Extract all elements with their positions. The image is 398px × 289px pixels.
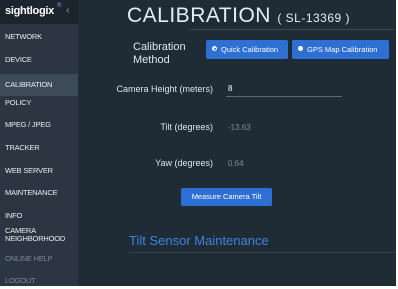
sidebar-item-device[interactable]: DEVICE: [0, 56, 78, 64]
device-serial: ( SL-13369 ): [277, 11, 351, 25]
app-window: sightlogix ® ‹ NETWORK DEVICE CALIBRATIO…: [0, 0, 398, 289]
sidebar-item-maintenance[interactable]: MAINTENANCE: [0, 189, 78, 197]
sidebar-item-calibration[interactable]: CALIBRATION: [0, 74, 78, 96]
camera-height-underline: [226, 96, 342, 97]
yaw-label: Yaw (degrees): [155, 158, 213, 168]
measure-camera-tilt-button[interactable]: Measure Camera Tilt: [181, 188, 272, 206]
radio-unselected-icon: [298, 46, 303, 51]
quick-calibration-radio[interactable]: Quick Calibration: [206, 40, 288, 59]
yaw-value: 0.64: [228, 159, 244, 168]
sidebar-item-network[interactable]: NETWORK: [0, 33, 78, 41]
tilt-sensor-maintenance-heading: Tilt Sensor Maintenance: [129, 233, 269, 248]
registered-mark: ®: [57, 3, 62, 9]
tilt-value: -13.63: [228, 123, 251, 132]
camera-height-label: Camera Height (meters): [116, 84, 213, 94]
calibration-method-label: Calibration Method: [133, 41, 186, 66]
gps-map-calibration-radio[interactable]: GPS Map Calibration: [292, 40, 389, 59]
title-divider: [190, 29, 394, 30]
tilt-label: Tilt (degrees): [160, 122, 213, 132]
section-divider: [129, 252, 398, 253]
sidebar-item-logout[interactable]: LOGOUT: [0, 277, 78, 285]
sidebar-item-policy[interactable]: POLICY: [0, 99, 78, 107]
sidebar-item-info[interactable]: INFO: [0, 212, 78, 220]
logo-row: sightlogix ® ‹: [0, 0, 78, 24]
sidebar-item-online-help[interactable]: ONLINE HELP: [0, 255, 78, 263]
quick-calibration-label: Quick Calibration: [221, 45, 279, 54]
collapse-sidebar-icon[interactable]: ‹: [66, 5, 69, 16]
radio-selected-icon: [212, 46, 217, 51]
sidebar-item-mpeg-jpeg[interactable]: MPEG / JPEG: [0, 121, 78, 129]
sidebar-item-web-server[interactable]: WEB SERVER: [0, 167, 78, 175]
camera-height-input[interactable]: 8: [228, 84, 232, 93]
gps-map-calibration-label: GPS Map Calibration: [307, 45, 378, 54]
sidebar-item-camera-neighborhood[interactable]: CAMERA NEIGHBORHOOD: [0, 227, 78, 243]
main-panel: CALIBRATION ( SL-13369 ) Calibration Met…: [78, 0, 398, 289]
sightlogix-logo: sightlogix: [5, 5, 54, 17]
page-title: CALIBRATION ( SL-13369 ): [127, 4, 350, 28]
sidebar-item-tracker[interactable]: TRACKER: [0, 144, 78, 152]
sidebar: sightlogix ® ‹ NETWORK DEVICE CALIBRATIO…: [0, 0, 78, 289]
page-title-text: CALIBRATION: [127, 4, 271, 27]
